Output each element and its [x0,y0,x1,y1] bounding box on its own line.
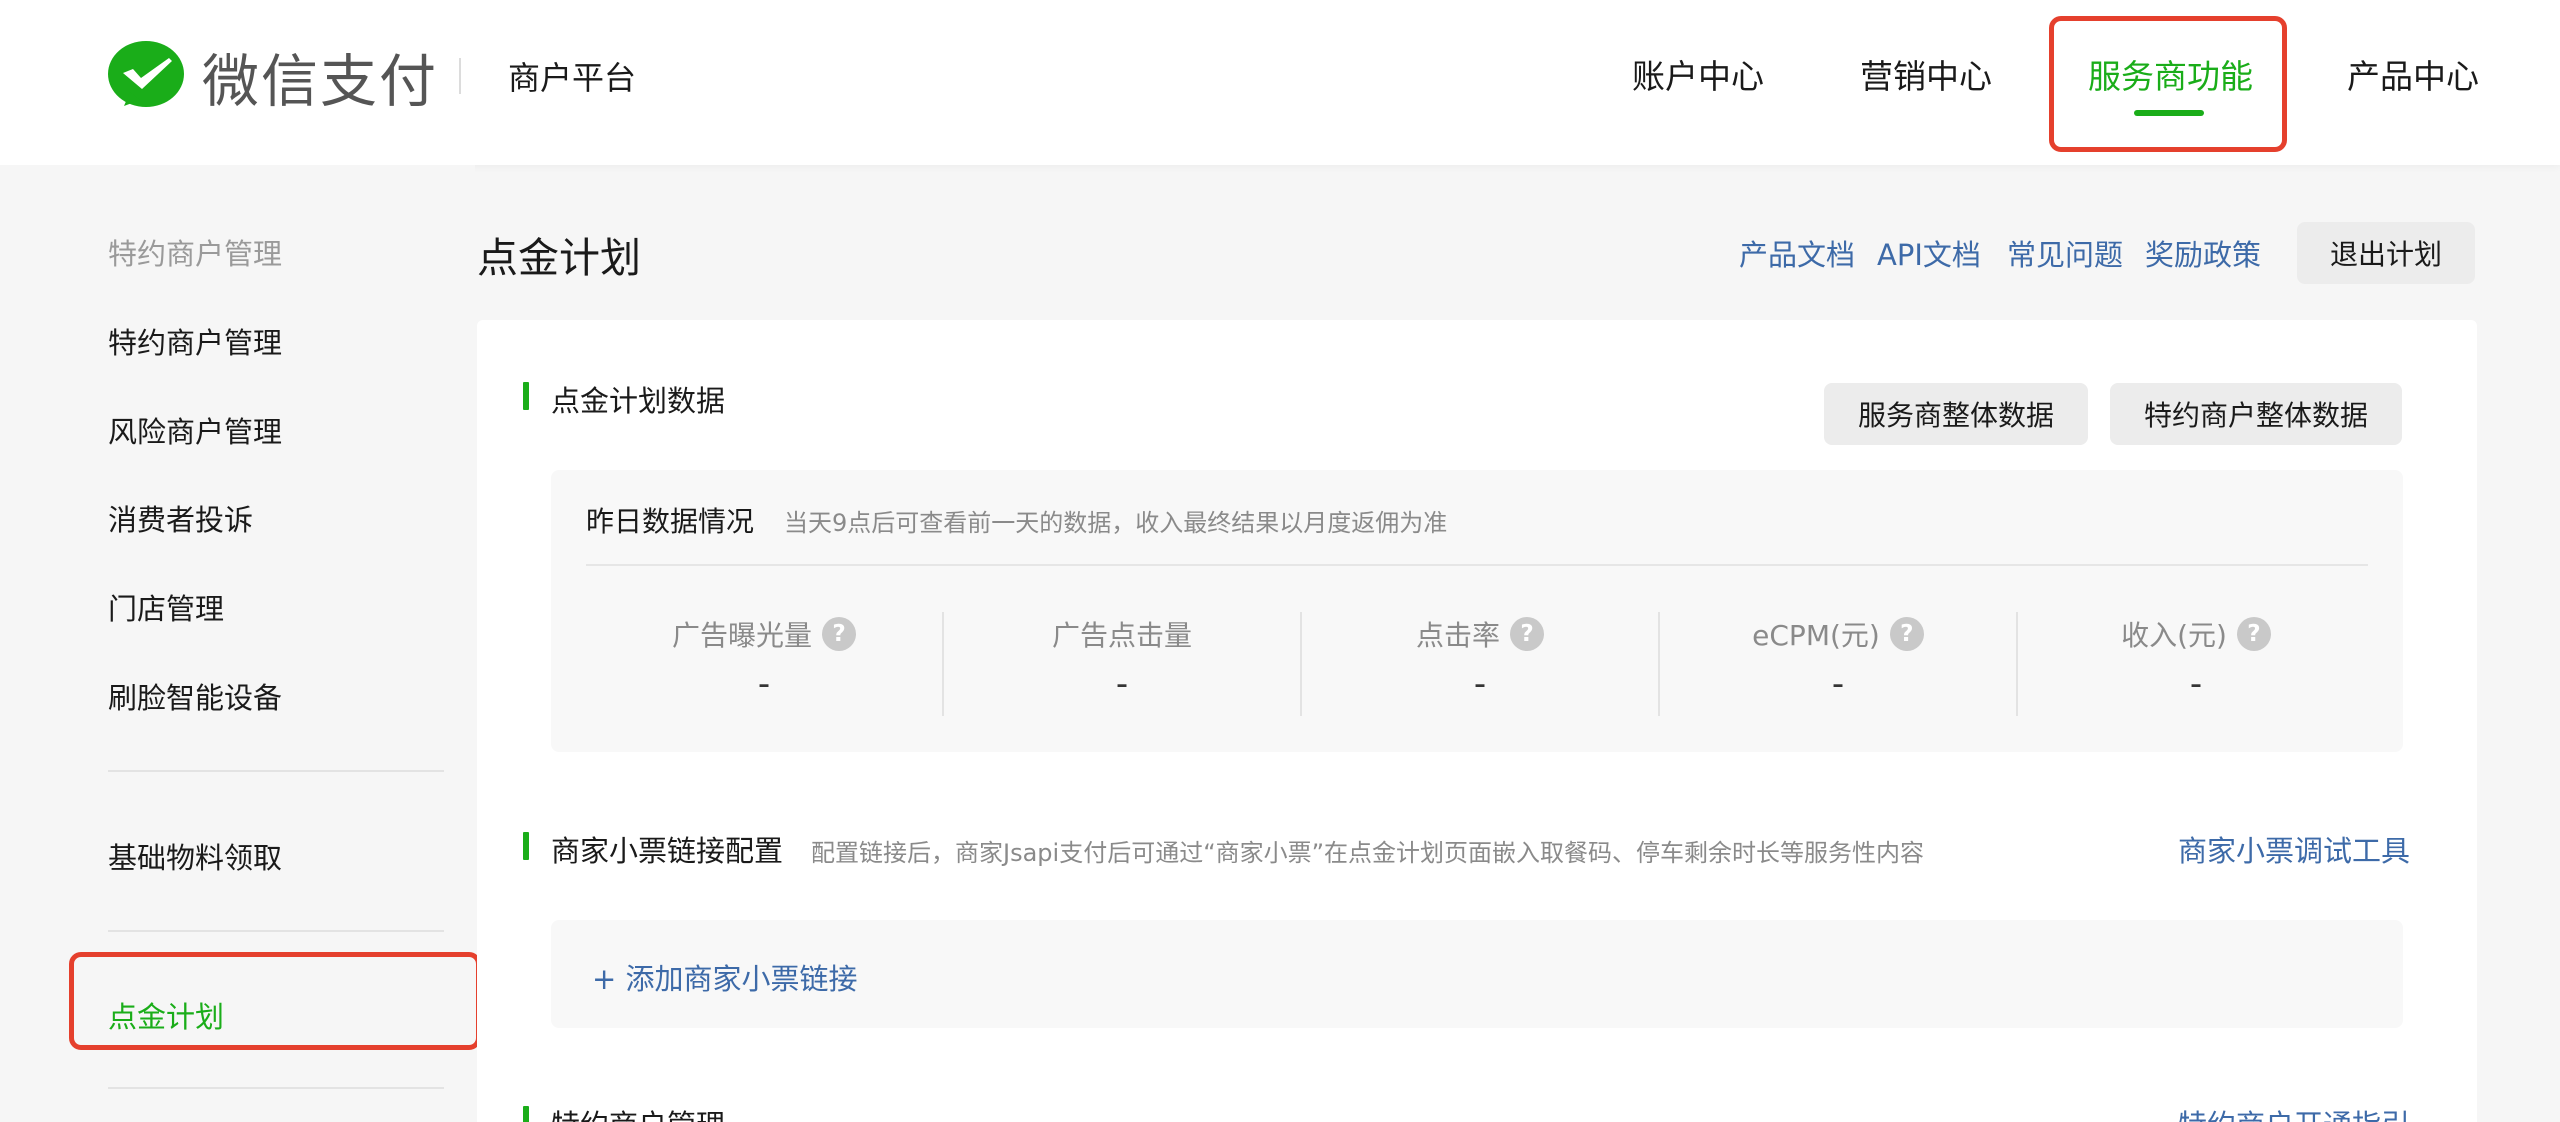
nav-highlight-frame [2049,16,2287,152]
sidebar-divider [108,1087,444,1089]
metric-label: 点击率 [1415,619,1500,652]
section-marker [523,382,529,410]
sidebar-item-complaints[interactable]: 消费者投诉 [108,497,253,539]
nav-product-center[interactable]: 产品中心 [2347,50,2479,98]
provider-overall-data-button[interactable]: 服务商整体数据 [1824,383,2088,445]
metric-ctr: 点击率? - [1301,614,1659,704]
section-hint-receipt: 配置链接后，商家Jsapi支付后可通过“商家小票”在点金计划页面嵌入取餐码、停车… [811,839,1925,867]
section-title-merchants: 特约商户管理 [551,1102,725,1122]
metric-value: - [2189,664,2203,704]
logo-text: 微信支付 [202,49,438,115]
link-product-docs[interactable]: 产品文档 [1739,232,1855,274]
nav-account-center[interactable]: 账户中心 [1632,50,1764,98]
metric-label: eCPM(元) [1752,619,1880,652]
receipt-debug-tool-link[interactable]: 商家小票调试工具 [2178,828,2410,870]
wechat-pay-logo[interactable]: 微信支付 [106,40,438,115]
metric-income: 收入(元)? - [2017,614,2375,704]
add-receipt-link-button[interactable]: + 添加商家小票链接 [592,956,858,998]
help-icon[interactable]: ? [1510,617,1544,651]
metric-label: 收入(元) [2121,619,2227,652]
metric-impressions: 广告曝光量? - [585,614,943,704]
section-marker [523,1106,529,1122]
help-icon[interactable]: ? [822,617,856,651]
exit-plan-button[interactable]: 退出计划 [2297,222,2475,284]
stats-hint: 当天9点后可查看前一天的数据，收入最终结果以月度返佣为准 [784,509,1448,537]
stats-divider [586,564,2368,566]
sidebar-item-risk-merchants[interactable]: 风险商户管理 [108,409,282,451]
metric-label: 广告曝光量 [671,619,812,652]
stats-heading: 昨日数据情况 [586,505,755,538]
logo-divider [459,58,461,94]
metric-label: 广告点击量 [1051,619,1192,652]
sidebar-highlight-frame [69,952,481,1050]
sidebar-item-special-merchants[interactable]: 特约商户管理 [108,320,282,362]
section-marker [523,832,529,860]
metric-value: - [1115,664,1129,704]
merchant-guide-link[interactable]: 特约商户开通指引 [2178,1102,2410,1122]
sidebar-item-face-devices[interactable]: 刷脸智能设备 [108,675,282,717]
wechat-pay-logo-icon [108,41,184,107]
sidebar-item-stores[interactable]: 门店管理 [108,586,224,628]
page-title: 点金计划 [477,234,641,282]
section-title-receipt: 商家小票链接配置 [551,834,784,868]
platform-name: 商户平台 [508,59,637,97]
sidebar-divider [108,770,444,772]
metric-value: - [1473,664,1487,704]
nav-marketing-center[interactable]: 营销中心 [1860,50,1992,98]
link-reward-policy[interactable]: 奖励政策 [2145,232,2261,274]
help-icon[interactable]: ? [2236,617,2271,651]
sidebar-item-materials[interactable]: 基础物料领取 [108,835,282,877]
help-icon[interactable]: ? [1889,617,1924,651]
sidebar-group-title: 特约商户管理 [108,237,283,271]
link-api-docs[interactable]: API文档 [1877,232,1981,274]
metric-ecpm: eCPM(元)? - [1659,614,2017,704]
link-faq[interactable]: 常见问题 [2007,232,2123,274]
merchant-overall-data-button[interactable]: 特约商户整体数据 [2110,383,2402,445]
metric-value: - [1831,664,1845,704]
section-title-data: 点金计划数据 [551,384,726,418]
sidebar-divider [108,930,444,932]
metric-clicks: 广告点击量 - [943,614,1301,704]
metric-value: - [757,664,771,704]
